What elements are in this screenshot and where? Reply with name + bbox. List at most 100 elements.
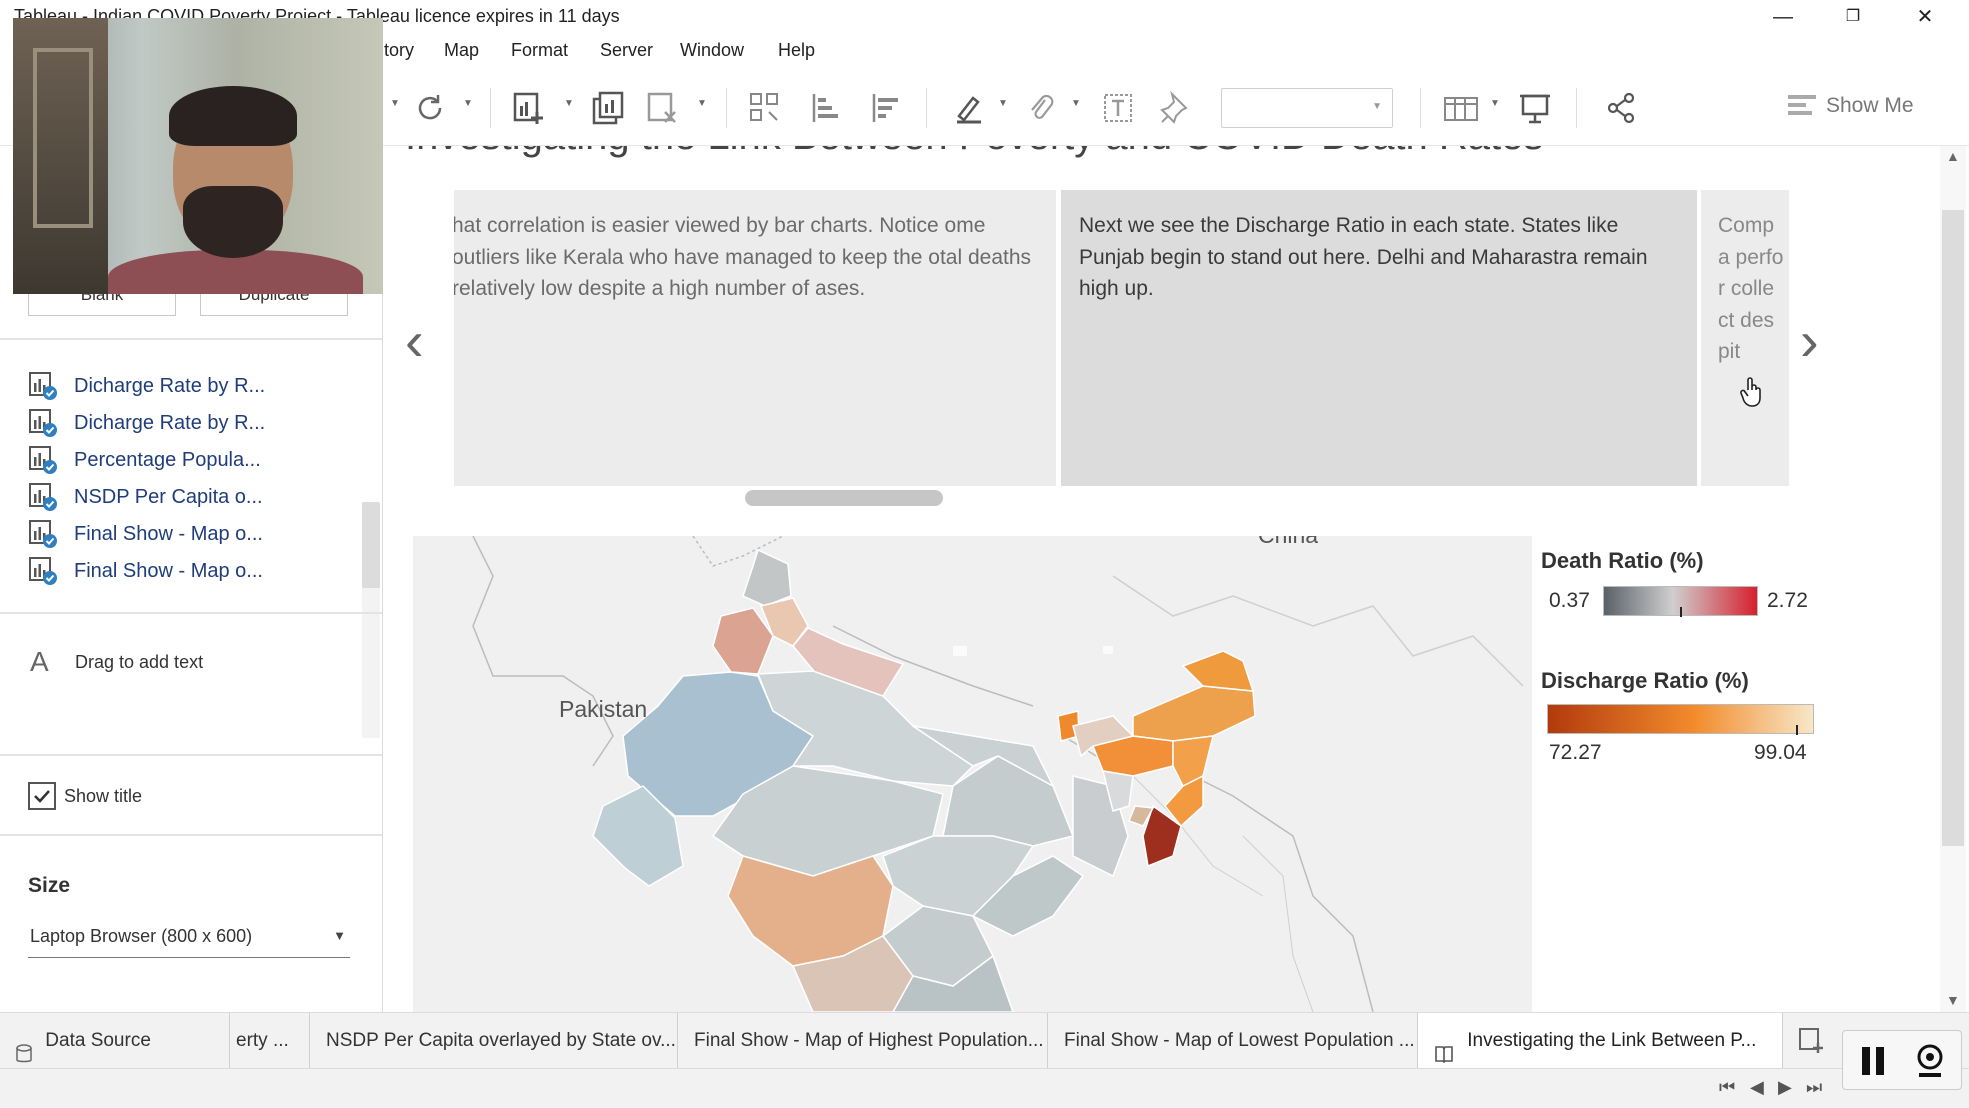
fit-select[interactable]: ▼ — [1221, 88, 1393, 128]
database-icon — [16, 1031, 32, 1063]
sort-descending-icon[interactable] — [866, 88, 906, 128]
caption-text: Next we see the Discharge Ratio in each … — [1079, 214, 1648, 300]
worksheet-icon — [28, 408, 58, 438]
toolbar-separator — [1576, 88, 1577, 128]
first-sheet-icon[interactable]: ⏮ — [1719, 1077, 1735, 1098]
map-label-china: China — [1258, 536, 1318, 544]
sheet-tab[interactable]: erty ... — [230, 1013, 310, 1069]
sheet-tab[interactable]: Final Show - Map of Lowest Population ..… — [1048, 1013, 1418, 1069]
size-select[interactable]: Laptop Browser (800 x 600) ▼ — [28, 920, 350, 958]
last-sheet-icon[interactable]: ⏭ — [1806, 1077, 1822, 1098]
menu-map[interactable]: Map — [444, 40, 479, 61]
pause-icon[interactable] — [1859, 1045, 1887, 1082]
death-ratio-legend-title: Death Ratio (%) — [1541, 548, 1704, 573]
map-label-pakistan: Pakistan — [559, 696, 648, 722]
sheets-scroll-thumb[interactable] — [362, 502, 380, 588]
paperclip-icon[interactable] — [1021, 88, 1061, 128]
death-ratio-min: 0.37 — [1549, 589, 1590, 612]
minimize-button[interactable]: — — [1753, 2, 1813, 32]
scroll-down-icon[interactable]: ▼ — [1946, 992, 1960, 1008]
swap-rows-columns-icon[interactable] — [745, 88, 785, 128]
new-worksheet-icon[interactable] — [509, 88, 549, 128]
story-tab-active[interactable]: Investigating the Link Between P... — [1418, 1013, 1783, 1069]
toolbar-separator — [490, 88, 491, 128]
pin-icon[interactable] — [1156, 88, 1196, 128]
previous-story-point-button[interactable]: ‹ — [405, 308, 424, 373]
dropdown-arrow-icon[interactable]: ▼ — [390, 98, 400, 109]
restore-button[interactable]: ❐ — [1823, 2, 1883, 32]
scroll-up-icon[interactable]: ▲ — [1946, 148, 1960, 164]
map-canvas — [413, 536, 1532, 1012]
duplicate-sheet-icon[interactable] — [588, 88, 628, 128]
size-heading: Size — [28, 874, 71, 897]
divider — [0, 754, 382, 756]
story-point-caption[interactable]: hat correlation is easier viewed by bar … — [454, 190, 1056, 486]
dropdown-arrow-icon[interactable]: ▼ — [1071, 98, 1081, 109]
sort-ascending-icon[interactable] — [806, 88, 846, 128]
sheet-item-label: Dicharge Rate by R... — [74, 411, 266, 434]
death-ratio-color-ramp — [1603, 586, 1758, 617]
dropdown-arrow-icon[interactable]: ▼ — [463, 98, 473, 109]
show-cards-icon[interactable] — [1441, 88, 1481, 128]
show-me-icon[interactable] — [1786, 90, 1818, 122]
menu-story[interactable]: tory — [384, 40, 414, 61]
show-me-button[interactable]: Show Me — [1826, 94, 1914, 118]
next-sheet-icon[interactable]: ▶ — [1778, 1077, 1792, 1098]
chevron-down-icon: ▼ — [333, 928, 346, 943]
worksheet-icon — [28, 556, 58, 586]
discharge-ratio-marker — [1796, 725, 1798, 735]
menu-server[interactable]: Server — [600, 40, 653, 61]
sheet-item[interactable]: Percentage Popula... — [28, 443, 261, 477]
webcam-overlay — [13, 18, 383, 294]
status-bar: ⏮ ◀ ▶ ⏭ — [0, 1068, 1969, 1108]
previous-sheet-icon[interactable]: ◀ — [1750, 1077, 1764, 1098]
story-point-caption-active[interactable]: Next we see the Discharge Ratio in each … — [1061, 190, 1697, 486]
share-icon[interactable] — [1601, 88, 1641, 128]
story-tab-label: Investigating the Link Between P... — [1467, 1030, 1757, 1051]
sheet-tab-bar: Data Source erty ... NSDP Per Capita ove… — [0, 1012, 1969, 1069]
webcam-icon[interactable] — [1913, 1043, 1947, 1084]
sheet-item[interactable]: Dicharge Rate by R... — [28, 369, 265, 403]
worksheet-icon — [28, 482, 58, 512]
dropdown-arrow-icon[interactable]: ▼ — [1490, 98, 1500, 109]
dropdown-arrow-icon[interactable]: ▼ — [998, 98, 1008, 109]
divider — [0, 612, 382, 614]
sheet-item-label: Dicharge Rate by R... — [74, 374, 266, 397]
menu-window[interactable]: Window — [680, 40, 744, 61]
drag-to-add-text[interactable]: Drag to add text — [75, 652, 203, 673]
next-story-point-button[interactable]: › — [1800, 308, 1819, 373]
caption-scroll-thumb[interactable] — [745, 490, 943, 506]
presentation-mode-icon[interactable] — [1515, 88, 1555, 128]
worksheet-icon — [28, 519, 58, 549]
india-map[interactable]: Pakistan China — [413, 536, 1532, 1012]
data-source-label: Data Source — [45, 1030, 151, 1051]
menu-help[interactable]: Help — [778, 40, 815, 61]
map-label-china-clip: China — [1258, 536, 1328, 544]
sheet-item-label: Final Show - Map o... — [74, 559, 263, 582]
discharge-ratio-legend-title: Discharge Ratio (%) — [1541, 668, 1749, 693]
menu-format[interactable]: Format — [511, 40, 568, 61]
death-ratio-marker — [1680, 607, 1682, 617]
highlight-icon[interactable] — [949, 88, 989, 128]
close-button[interactable]: ✕ — [1895, 2, 1955, 32]
story-point-caption[interactable]: Compa perfor collect despit — [1701, 190, 1789, 486]
sheet-tab[interactable]: Final Show - Map of Highest Population..… — [678, 1013, 1048, 1069]
story-scroll-thumb[interactable] — [1942, 210, 1964, 846]
dropdown-arrow-icon[interactable]: ▼ — [564, 98, 574, 109]
new-worksheet-tab-icon[interactable] — [1798, 1027, 1826, 1055]
sheet-item[interactable]: Dicharge Rate by R... — [28, 406, 265, 440]
caption-text: Compa perfor collect despit — [1718, 214, 1784, 363]
sheet-item[interactable]: Final Show - Map o... — [28, 517, 263, 551]
text-object-icon: A — [30, 646, 49, 677]
clear-sheet-icon[interactable] — [643, 88, 683, 128]
worksheet-icon — [28, 445, 58, 475]
sheet-item[interactable]: NSDP Per Capita o... — [28, 480, 263, 514]
refresh-icon[interactable] — [410, 88, 450, 128]
data-source-tab[interactable]: Data Source — [0, 1013, 230, 1069]
sheet-item[interactable]: Final Show - Map o... — [28, 554, 263, 588]
recording-controls — [1842, 1030, 1962, 1090]
sheet-tab[interactable]: NSDP Per Capita overlayed by State ov... — [310, 1013, 678, 1069]
dropdown-arrow-icon[interactable]: ▼ — [697, 98, 707, 109]
text-box-icon[interactable] — [1098, 88, 1138, 128]
show-title-checkbox[interactable] — [28, 782, 56, 810]
